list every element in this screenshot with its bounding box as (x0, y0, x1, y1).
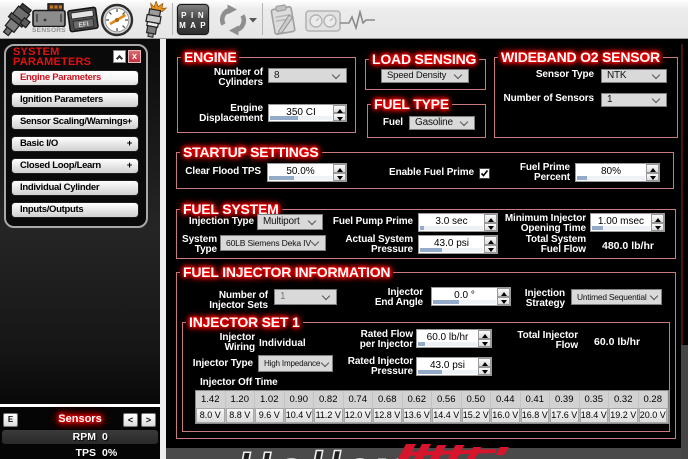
svg-text:EFI: EFI (78, 21, 89, 29)
svg-text:Holley: Holley (237, 444, 404, 459)
